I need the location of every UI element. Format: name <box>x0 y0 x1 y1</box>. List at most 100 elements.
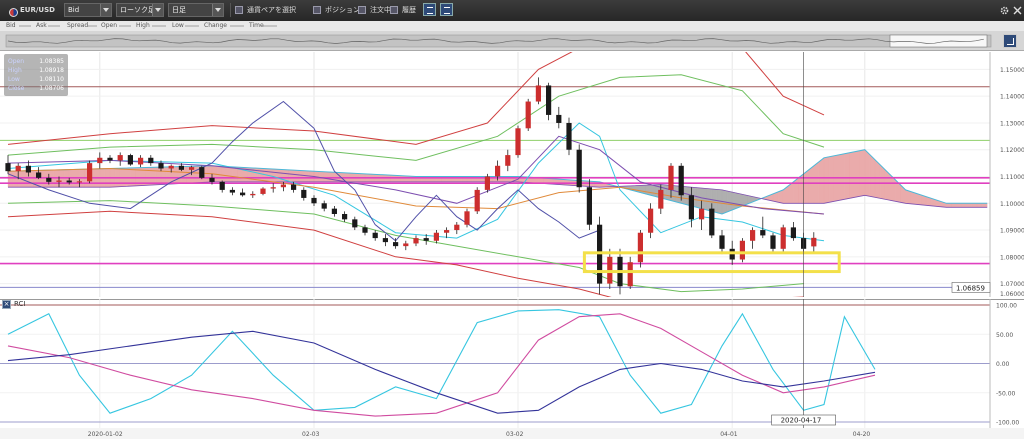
cloud-segment <box>864 149 871 197</box>
window-layout-icon[interactable] <box>440 3 453 16</box>
candle-body <box>433 232 439 241</box>
candle-body <box>280 184 286 188</box>
candle-body <box>648 208 654 233</box>
gear-icon[interactable] <box>1000 6 1009 15</box>
cloud-segment <box>7 170 14 188</box>
history-checkbox[interactable] <box>390 6 398 14</box>
chevron-down-icon <box>100 4 111 16</box>
cloud-segment <box>869 154 876 198</box>
orders-checkbox[interactable] <box>358 6 366 14</box>
candle-body <box>382 238 388 243</box>
cloud-segment <box>278 169 284 183</box>
cloud-segment <box>563 179 570 186</box>
cloud-segment <box>971 203 978 208</box>
price-tick-label: 1.11000 <box>1000 174 1024 181</box>
candle-body <box>413 238 419 244</box>
range-navigator[interactable] <box>0 31 1024 51</box>
cloud-segment <box>165 166 172 185</box>
cursor-date-label: 2020-04-17 <box>781 417 822 425</box>
price-tick-label: 1.09000 <box>1000 228 1024 235</box>
cloud-segment <box>905 189 911 204</box>
ohlc-high-row: High 1.08918 <box>8 66 64 75</box>
currency-pair-button[interactable]: EUR/USD <box>3 3 59 17</box>
candle-body <box>5 163 11 172</box>
candle-body <box>331 208 337 214</box>
chart-type-select[interactable]: ローソク足 <box>116 3 164 17</box>
candle-body <box>270 187 276 189</box>
time-tick-label: 04-01 <box>720 431 738 438</box>
ohlc-open-value: 1.08385 <box>39 58 64 65</box>
candle-body <box>505 155 511 166</box>
cloud-segment <box>329 171 335 183</box>
candle-body <box>66 180 72 183</box>
chart-settings-icon[interactable] <box>423 3 436 16</box>
candle-body <box>811 237 817 247</box>
cloud-segment <box>288 169 294 183</box>
cloud-segment <box>650 184 656 197</box>
candle-body <box>25 165 31 173</box>
price-type-select[interactable]: Bid <box>64 3 112 17</box>
price-tick-label: 1.15000 <box>1000 67 1024 74</box>
cloud-segment <box>400 175 406 183</box>
pair-select-toggle[interactable]: 通貨ペアを選択 <box>230 3 308 17</box>
candle-body <box>576 149 582 188</box>
candle-body <box>199 167 205 178</box>
rci-tick-label: 50.00 <box>996 332 1013 339</box>
cloud-segment <box>222 166 228 183</box>
rci-chart: 100.00 50.00 0.00 -50.00 -100.00 2020-04-17 <box>0 299 1024 428</box>
cloud-segment <box>155 166 162 185</box>
rci-tick-label: -50.00 <box>996 390 1016 397</box>
cloud-segment <box>828 155 835 203</box>
candle-body <box>637 232 643 263</box>
candle-body <box>780 227 786 249</box>
candle-body <box>546 85 552 115</box>
candle-body <box>627 262 633 287</box>
pair-select-checkbox[interactable] <box>235 6 243 14</box>
orders-toggle[interactable]: 注文中 <box>358 3 391 17</box>
close-icon[interactable] <box>1013 6 1022 15</box>
cloud-segment <box>160 166 167 185</box>
rci-axis: 100.00 50.00 0.00 -50.00 -100.00 <box>989 299 1024 428</box>
cloud-segment <box>227 166 233 183</box>
toolbar: EUR/USD Bid ローソク足 日足 通貨ペアを選択 ポジション 注文中 履… <box>0 0 1024 22</box>
orders-label: 注文中 <box>370 6 391 14</box>
position-checkbox[interactable] <box>313 6 321 14</box>
cloud-segment <box>874 159 881 199</box>
cloud-segment <box>594 181 600 188</box>
candle-body <box>36 172 42 178</box>
cloud-segment <box>324 171 330 183</box>
candle-body <box>240 192 246 196</box>
legend-bar: Bid Ask Spread Open High Low Change Time <box>0 21 1024 31</box>
cloud-segment <box>395 175 401 183</box>
legend-dashes <box>19 25 277 27</box>
candle-body <box>699 208 705 220</box>
candle-body <box>566 122 572 150</box>
candle-body <box>219 181 225 190</box>
ohlc-low-label: Low <box>8 76 20 83</box>
candle-body <box>372 232 378 239</box>
cloud-segment <box>946 203 952 208</box>
candle-body <box>168 165 174 169</box>
candle-body <box>56 180 62 182</box>
candle-body <box>515 128 521 156</box>
timeframe-select[interactable]: 日足 <box>168 3 224 17</box>
candle-body <box>495 165 501 177</box>
candle-body <box>76 181 82 183</box>
cloud-segment <box>951 203 957 208</box>
cloud-segment <box>273 168 279 183</box>
expand-icon[interactable] <box>1003 34 1017 48</box>
candle-body <box>229 189 235 193</box>
candle-body <box>342 213 348 220</box>
history-toggle[interactable]: 履歴 <box>390 3 416 17</box>
ohlc-low-row: Low 1.08110 <box>8 75 64 84</box>
position-toggle[interactable]: ポジション <box>313 3 360 17</box>
candle-body <box>556 114 562 123</box>
candle-body <box>464 211 470 225</box>
candle-body <box>484 176 490 190</box>
candle-body <box>87 163 93 182</box>
cloud-segment <box>859 149 865 197</box>
pair-select-label: 通貨ペアを選択 <box>247 6 296 14</box>
rci-header: × RCI <box>0 299 60 311</box>
candle-body <box>525 101 531 129</box>
close-icon[interactable]: × <box>2 300 11 309</box>
